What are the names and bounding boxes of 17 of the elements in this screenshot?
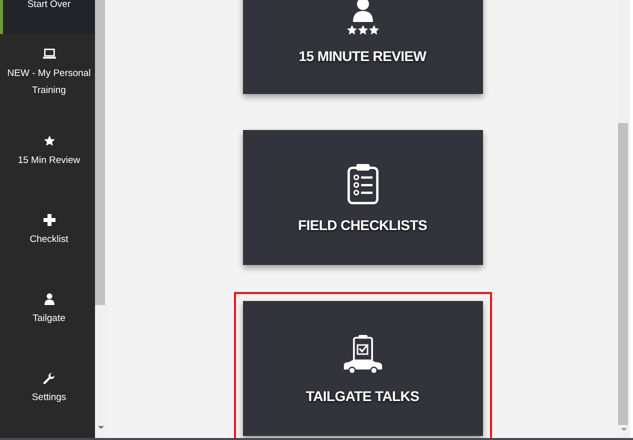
sidebar-item[interactable]: Start Over	[0, 0, 95, 34]
scrollbar[interactable]	[618, 0, 630, 438]
sidebar-item[interactable]: Settings	[0, 350, 95, 429]
car-clipboard-icon	[342, 334, 382, 376]
sidebar-item[interactable]: NEW - My Personal Training	[0, 34, 95, 113]
sidebar-item[interactable]: Checklist	[0, 192, 95, 271]
sidebar-item[interactable]: 15 Min Review	[0, 113, 95, 192]
sidebar-item[interactable]: Tailgate	[0, 271, 95, 350]
tile-button[interactable]: TAILGATE TALKS	[242, 301, 482, 436]
tile-button[interactable]: FIELD CHECKLISTS	[242, 130, 482, 265]
laptop-icon	[42, 48, 56, 60]
plus-icon	[42, 214, 56, 226]
scrollbar[interactable]	[95, 0, 107, 438]
person-icon	[42, 293, 56, 306]
tile-button[interactable]: 15 MINUTE REVIEW	[242, 0, 482, 94]
star-icon	[42, 135, 56, 148]
wrench-icon	[42, 372, 56, 384]
